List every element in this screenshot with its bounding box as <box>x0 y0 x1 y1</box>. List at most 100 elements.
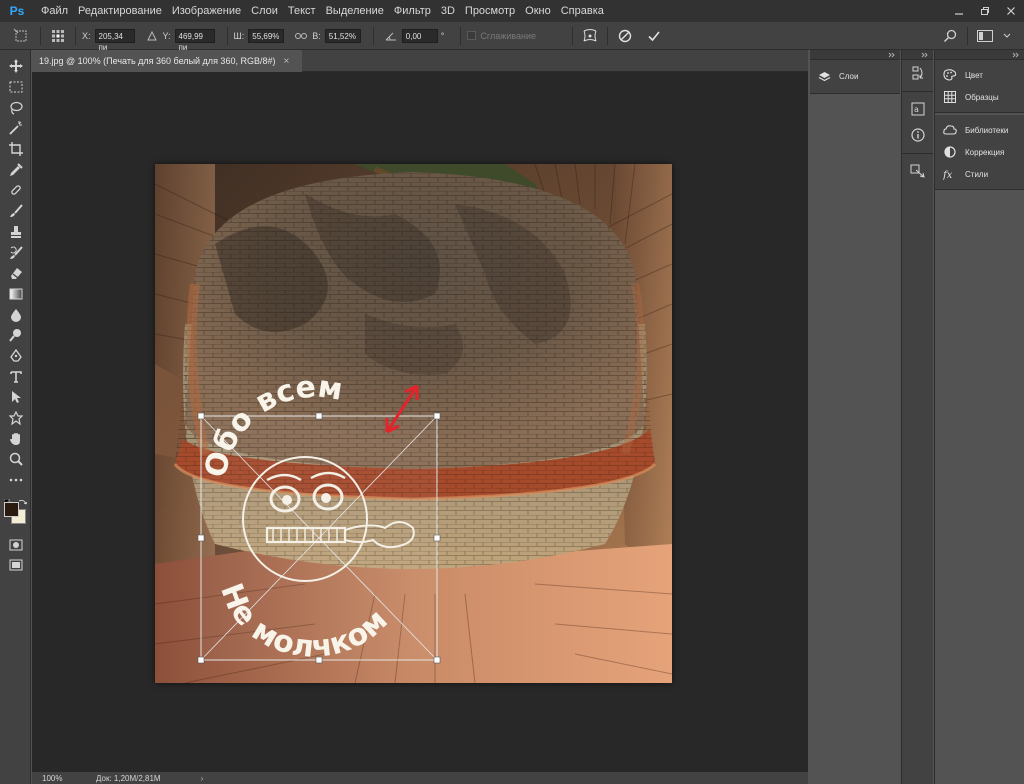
color-swatches-group: Цвет Образцы <box>935 60 1024 113</box>
lasso-tool-icon[interactable] <box>0 97 31 118</box>
status-menu-arrow[interactable]: › <box>201 774 204 783</box>
menu-layers[interactable]: Слои <box>246 5 283 17</box>
pen-tool-icon[interactable] <box>0 346 31 367</box>
menu-view[interactable]: Просмотр <box>460 5 520 17</box>
brush-tool-icon[interactable] <box>0 201 31 222</box>
width-field[interactable]: 55,69% <box>248 28 285 43</box>
search-icon[interactable] <box>942 28 958 44</box>
zoom-tool-icon[interactable] <box>0 449 31 470</box>
separator <box>606 26 608 45</box>
default-colors-icon[interactable] <box>3 492 13 508</box>
menu-select[interactable]: Выделение <box>321 5 389 17</box>
close-icon[interactable] <box>998 0 1024 22</box>
tab-close-icon[interactable]: × <box>283 56 289 67</box>
custom-shape-tool-icon[interactable] <box>0 408 31 429</box>
document-area: 19.jpg @ 100% (Печать для 360 белый для … <box>32 50 808 772</box>
eyedropper-tool-icon[interactable] <box>0 159 31 180</box>
layers-dock: Слои <box>810 50 900 784</box>
y-position-group: Y: 469,99 пи <box>163 28 215 52</box>
options-bar: X: 205,34 пи Y: 469,99 пи Ш: 55,69% В: 5… <box>0 22 1024 52</box>
clone-stamp-tool-icon[interactable] <box>0 222 31 243</box>
history-brush-tool-icon[interactable] <box>0 242 31 263</box>
reference-point-icon[interactable] <box>50 28 66 44</box>
marquee-tool-icon[interactable] <box>0 77 31 98</box>
commit-transform-icon[interactable] <box>646 28 662 44</box>
y-position-field[interactable]: 469,99 пи <box>174 28 215 52</box>
height-label: В: <box>312 30 321 41</box>
angle-unit: ° <box>440 30 445 41</box>
hand-tool-icon[interactable] <box>0 428 31 449</box>
adjustments-panel-tab[interactable]: Коррекция <box>935 141 1024 163</box>
panel-collapse-bar[interactable] <box>810 50 900 60</box>
layers-label: Слои <box>839 72 859 81</box>
menu-3d[interactable]: 3D <box>436 5 460 17</box>
path-selection-tool-icon[interactable] <box>0 387 31 408</box>
angle-icon <box>383 28 399 44</box>
info-icon <box>911 128 925 142</box>
layers-panel-tab[interactable]: Слои <box>810 60 900 94</box>
menu-file[interactable]: Файл <box>36 5 73 17</box>
foreground-color-swatch[interactable] <box>4 502 19 518</box>
menu-filter[interactable]: Фильтр <box>389 5 436 17</box>
swap-colors-icon[interactable] <box>18 492 28 505</box>
restore-icon[interactable] <box>972 0 998 22</box>
healing-brush-tool-icon[interactable] <box>0 180 31 201</box>
magic-wand-tool-icon[interactable] <box>0 118 31 139</box>
angle-field[interactable]: 0,00 <box>401 28 438 43</box>
color-panel-tab[interactable]: Цвет <box>935 64 1024 86</box>
smoothing-checkbox[interactable] <box>467 31 477 40</box>
move-tool-icon[interactable] <box>0 56 31 77</box>
cancel-transform-icon[interactable] <box>617 28 633 44</box>
crop-tool-icon[interactable] <box>0 139 31 160</box>
icon-dock: a <box>901 50 933 784</box>
minimize-icon[interactable] <box>946 0 972 22</box>
link-icon[interactable] <box>293 28 309 44</box>
properties-panel-button[interactable] <box>902 158 934 184</box>
workspace-icon[interactable] <box>977 28 993 44</box>
gradient-tool-icon[interactable] <box>0 284 31 305</box>
document-tab-bar: 19.jpg @ 100% (Печать для 360 белый для … <box>32 50 808 72</box>
properties-icon <box>910 164 925 178</box>
menu-type[interactable]: Текст <box>283 5 321 17</box>
libraries-panel-tab[interactable]: Библиотеки <box>935 119 1024 141</box>
collapse-arrows-icon[interactable] <box>1012 52 1020 58</box>
collapse-arrows-icon[interactable] <box>888 52 896 58</box>
transform-tool-icon[interactable] <box>8 22 34 50</box>
quick-mask-icon[interactable] <box>0 534 31 555</box>
separator <box>372 26 374 45</box>
panel-collapse-bar[interactable] <box>935 50 1024 60</box>
cloud-icon <box>943 123 957 137</box>
separator <box>75 26 76 45</box>
height-field[interactable]: 51,52% <box>324 28 361 43</box>
dock-separator <box>902 86 933 92</box>
canvas[interactable]: Обо всем Не молчком <box>155 164 672 683</box>
history-panel-button[interactable] <box>902 60 934 86</box>
menu-edit[interactable]: Редактирование <box>73 5 167 17</box>
warp-mode-icon[interactable] <box>582 28 598 44</box>
swatches-panel-tab[interactable]: Образцы <box>935 86 1024 108</box>
screen-mode-icon[interactable] <box>0 555 31 576</box>
menu-help[interactable]: Справка <box>556 5 609 17</box>
blur-tool-icon[interactable] <box>0 304 31 325</box>
menu-image[interactable]: Изображение <box>167 5 246 17</box>
menu-window[interactable]: Окно <box>520 5 556 17</box>
info-panel-button[interactable] <box>902 122 934 148</box>
glyph-icon: a <box>911 102 925 116</box>
app-logo: Ps <box>9 4 25 18</box>
document-tab[interactable]: 19.jpg @ 100% (Печать для 360 белый для … <box>32 50 302 72</box>
dodge-tool-icon[interactable] <box>0 325 31 346</box>
width-label: Ш: <box>233 30 245 41</box>
x-position-field[interactable]: 205,34 пи <box>94 28 135 52</box>
eraser-tool-icon[interactable] <box>0 263 31 284</box>
glyphs-panel-button[interactable]: a <box>902 96 934 122</box>
zoom-level[interactable]: 100% <box>42 774 82 783</box>
x-position-group: X: 205,34 пи <box>82 28 135 52</box>
type-tool-icon[interactable] <box>0 366 31 387</box>
collapse-arrows-icon[interactable] <box>921 52 929 58</box>
chevron-down-icon[interactable] <box>999 28 1015 44</box>
delta-icon[interactable] <box>144 28 160 44</box>
more-tools-icon[interactable] <box>0 470 31 491</box>
styles-panel-tab[interactable]: fx Стили <box>935 163 1024 185</box>
dock-separator <box>902 148 933 154</box>
panel-collapse-bar[interactable] <box>902 50 933 60</box>
